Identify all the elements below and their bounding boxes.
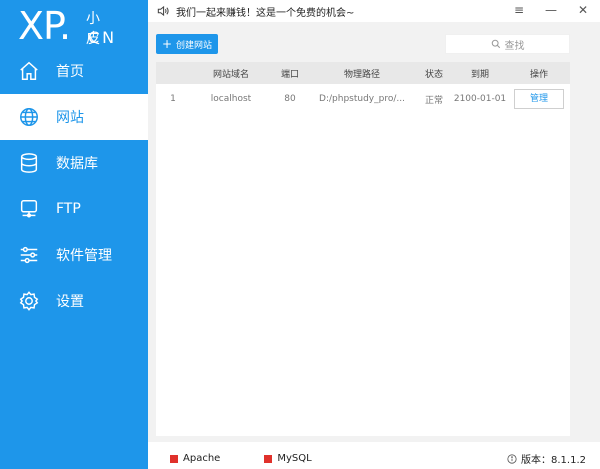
speaker-icon [157, 5, 169, 17]
window-controls: ≡ — ✕ [512, 3, 590, 17]
sidebar-item-label: 数据库 [56, 156, 98, 172]
create-website-label: 创建网站 [176, 40, 213, 51]
notice-text[interactable]: 我们一起来赚钱！这是一个免费的机会~ [176, 4, 354, 19]
sidebar-nav: 首页 网站 数据库 FTP 软件管理 设置 [0, 48, 148, 324]
col-action: 操作 [529, 69, 548, 80]
manage-button[interactable]: 管理 [514, 89, 564, 109]
service-name: Apache [183, 453, 221, 464]
top-bar: 我们一起来赚钱！这是一个免费的机会~ ≡ — ✕ [148, 0, 600, 22]
status-indicator [170, 454, 178, 463]
websites-panel: 网站域名 端口 物理路径 状态 到期 操作 1 localhost 80 D:/… [156, 62, 570, 436]
logo-cn: CN [88, 28, 118, 47]
row-path: D:/phpstudy_pro/... [319, 94, 405, 104]
create-website-button[interactable]: + 创建网站 [156, 34, 218, 54]
sidebar-item-database[interactable]: 数据库 [0, 140, 148, 186]
gear-icon [18, 290, 40, 312]
table-header-row: 网站域名 端口 物理路径 状态 到期 操作 [156, 62, 570, 84]
version-info[interactable]: 版本：8.1.1.2 [507, 451, 586, 466]
col-port: 端口 [280, 69, 299, 80]
row-status: 正常 [424, 95, 443, 106]
sidebar-item-label: 网站 [56, 110, 84, 126]
col-path: 物理路径 [343, 69, 380, 80]
row-domain: localhost [210, 94, 252, 104]
main-content: + 创建网站 查找 网站域名 端口 物理路径 状态 到期 操作 1 localh… [148, 22, 600, 442]
col-domain: 网站域名 [212, 69, 249, 80]
table-row[interactable]: 1 localhost 80 D:/phpstudy_pro/... 正常 21… [156, 84, 570, 114]
col-index [156, 62, 190, 84]
col-expire: 到期 [470, 69, 489, 80]
minimize-icon[interactable]: — [544, 3, 558, 17]
ftp-icon [18, 198, 40, 220]
service-name: MySQL [277, 453, 312, 464]
sidebar: XP. 小皮 CN 首页 网站 数据库 FTP 软件管理 设置 [0, 0, 148, 469]
menu-icon[interactable]: ≡ [512, 3, 526, 17]
websites-table: 网站域名 端口 物理路径 状态 到期 操作 1 localhost 80 D:/… [156, 62, 570, 114]
status-indicator [264, 454, 273, 463]
sidebar-item-label: 首页 [56, 64, 84, 80]
sidebar-item-label: 设置 [56, 294, 84, 310]
version-text: 版本：8.1.1.2 [521, 455, 586, 466]
home-icon [18, 60, 40, 82]
close-icon[interactable]: ✕ [576, 3, 590, 17]
globe-icon [18, 106, 40, 128]
search-icon [491, 39, 500, 49]
sidebar-item-label: FTP [56, 201, 81, 217]
status-bar: Apache MySQL 版本：8.1.1.2 [148, 448, 600, 469]
service-mysql[interactable]: MySQL [264, 453, 312, 464]
service-apache[interactable]: Apache [170, 453, 220, 464]
row-index: 1 [170, 94, 176, 104]
col-status: 状态 [424, 69, 443, 80]
sidebar-item-ftp[interactable]: FTP [0, 186, 148, 232]
sidebar-item-software[interactable]: 软件管理 [0, 232, 148, 278]
row-expire: 2100-01-01 [453, 94, 507, 104]
search-input[interactable]: 查找 [445, 34, 570, 54]
sidebar-item-label: 软件管理 [56, 248, 112, 264]
logo-main: XP. [18, 4, 71, 48]
row-action: 管理 [508, 84, 570, 114]
row-port: 80 [284, 94, 296, 104]
sidebar-item-home[interactable]: 首页 [0, 48, 148, 94]
sidebar-item-websites[interactable]: 网站 [0, 94, 148, 140]
sliders-icon [18, 244, 40, 266]
search-placeholder: 查找 [504, 40, 525, 52]
plus-icon: + [161, 37, 173, 51]
info-icon [507, 453, 517, 464]
database-icon [18, 152, 40, 174]
sidebar-item-settings[interactable]: 设置 [0, 278, 148, 324]
